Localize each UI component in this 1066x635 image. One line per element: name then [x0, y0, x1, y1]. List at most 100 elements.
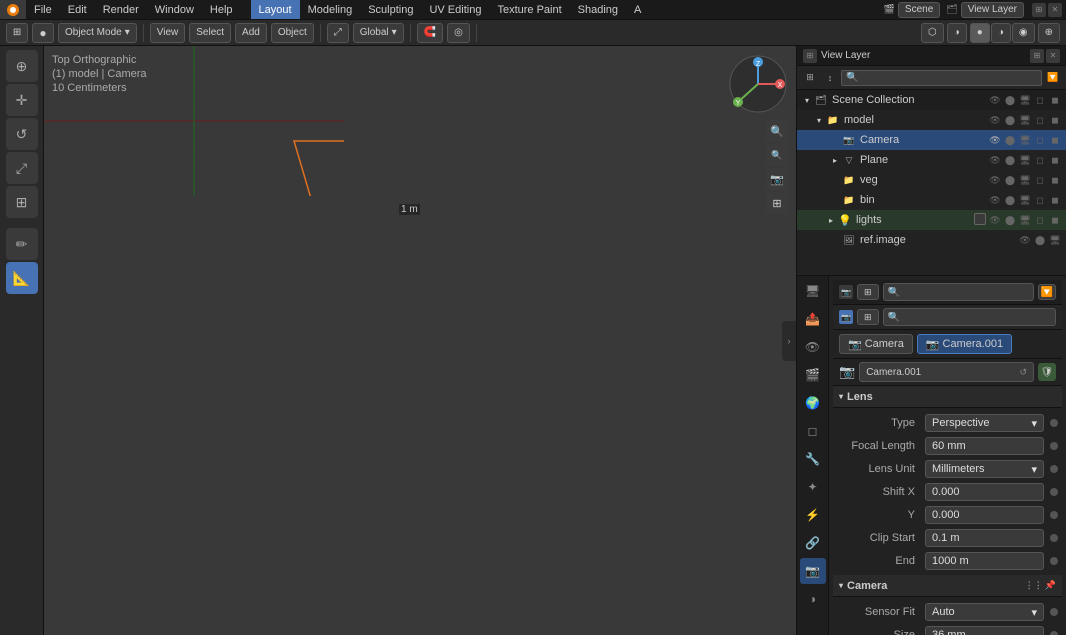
viewport[interactable]: Top Orthographic (1) model | Camera 10 C…: [44, 46, 796, 635]
prop-header-btn[interactable]: 📷: [839, 285, 853, 299]
material-shading[interactable]: ◑: [991, 23, 1011, 43]
outliner-camera-item[interactable]: ▸ 📷 Camera 👁 ⬤ 🖥 ◻ ◼: [797, 130, 1066, 150]
overlays-btn[interactable]: ⬡: [921, 23, 944, 43]
plane-indirect-icon[interactable]: ◼: [1048, 153, 1062, 167]
measure-tool[interactable]: 📐: [6, 262, 38, 294]
bin-vis-icon[interactable]: 👁: [988, 193, 1002, 207]
lights-render-icon[interactable]: ⬤: [1003, 213, 1017, 227]
rotate-tool[interactable]: ↺: [6, 118, 38, 150]
clip-end-dot[interactable]: [1050, 557, 1058, 565]
camera-section-header[interactable]: ▾ Camera ⋮⋮ 📌: [833, 575, 1062, 597]
cursor-tool[interactable]: ⊕: [6, 50, 38, 82]
workspace-sculpting[interactable]: Sculpting: [360, 0, 421, 19]
focal-length-value[interactable]: 60 mm: [925, 437, 1044, 455]
prop-tab-view[interactable]: 👁: [800, 334, 826, 360]
add-menu[interactable]: Add: [235, 23, 267, 43]
veg-vis-icon[interactable]: 👁: [988, 173, 1002, 187]
prop-tab-output[interactable]: 📤: [800, 306, 826, 332]
holdout-icon[interactable]: ◻: [1033, 93, 1047, 107]
model-viewport-icon[interactable]: 🖥: [1018, 113, 1032, 127]
outliner-bin-item[interactable]: ▸ 📁 bin 👁 ⬤ 🖥 ◻ ◼: [797, 190, 1066, 210]
annotate-tool[interactable]: ✏: [6, 228, 38, 260]
workspace-shading[interactable]: Shading: [570, 0, 626, 19]
shift-x-value[interactable]: 0.000: [925, 483, 1044, 501]
lens-unit-dropdown[interactable]: Millimeters ▾: [925, 460, 1044, 478]
lens-section-header[interactable]: ▾ Lens: [833, 386, 1062, 408]
veg-render-icon[interactable]: ⬤: [1003, 173, 1017, 187]
lights-viewport-icon[interactable]: 🖥: [1018, 213, 1032, 227]
outliner-sort-btn[interactable]: ↕: [821, 69, 839, 87]
camera-viewport-icon[interactable]: 🖥: [1018, 133, 1032, 147]
camera-name-dropdown[interactable]: Camera.001 ↺: [859, 362, 1034, 382]
sensor-size-dot[interactable]: [1050, 631, 1058, 635]
visibility-icon[interactable]: 👁: [988, 93, 1002, 107]
window-control-1[interactable]: ⊞: [1032, 3, 1046, 17]
move-tool[interactable]: ✛: [6, 84, 38, 116]
bin-render-icon[interactable]: ⬤: [1003, 193, 1017, 207]
view-menu[interactable]: View: [150, 23, 186, 43]
bin-viewport-icon[interactable]: 🖥: [1018, 193, 1032, 207]
prop-cam-icon[interactable]: 📷: [839, 310, 853, 324]
outliner-lights-item[interactable]: ▸ 💡 lights 👁 ⬤ 🖥 ◻ ◼: [797, 210, 1066, 230]
camera-render-icon[interactable]: ⬤: [1003, 133, 1017, 147]
camera-section-pin[interactable]: 📌: [1045, 580, 1056, 591]
ref-viewport-icon[interactable]: 🖥: [1048, 233, 1062, 247]
prop-tab-scene[interactable]: 🎬: [800, 362, 826, 388]
window-control-2[interactable]: ✕: [1048, 3, 1062, 17]
prop-tab-modifiers[interactable]: 🔧: [800, 446, 826, 472]
veg-holdout-icon[interactable]: ◻: [1033, 173, 1047, 187]
mode-selector[interactable]: Object Mode ▾: [58, 23, 137, 43]
menu-window[interactable]: Window: [147, 0, 202, 19]
plane-holdout-icon[interactable]: ◻: [1033, 153, 1047, 167]
lens-type-dot[interactable]: [1050, 419, 1058, 427]
prop-tab-particles[interactable]: ✦: [800, 474, 826, 500]
prop-tab-material[interactable]: ◑: [800, 586, 826, 612]
lights-vis-icon[interactable]: 👁: [988, 213, 1002, 227]
model-render-icon[interactable]: ⬤: [1003, 113, 1017, 127]
camera-vis-icon[interactable]: 👁: [988, 133, 1002, 147]
select-menu[interactable]: Select: [189, 23, 231, 43]
render-shading[interactable]: ◉: [1012, 23, 1035, 43]
viewport-right-collapse[interactable]: ›: [782, 321, 796, 361]
camera-holdout-icon[interactable]: ◻: [1033, 133, 1047, 147]
fake-user-btn[interactable]: 🛡: [1038, 363, 1056, 381]
veg-viewport-icon[interactable]: 🖥: [1018, 173, 1032, 187]
workspace-modeling[interactable]: Modeling: [300, 0, 361, 19]
plane-render-icon[interactable]: ⬤: [1003, 153, 1017, 167]
workspace-uv-editing[interactable]: UV Editing: [421, 0, 489, 19]
camera-view-btn[interactable]: 📷: [766, 168, 788, 190]
transform-tool[interactable]: ⊞: [6, 186, 38, 218]
viewport-icon[interactable]: 🖥: [1018, 93, 1032, 107]
workspace-extra[interactable]: A: [626, 0, 649, 19]
ref-render-icon[interactable]: ⬤: [1033, 233, 1047, 247]
bin-holdout-icon[interactable]: ◻: [1033, 193, 1047, 207]
sensor-size-value[interactable]: 36 mm: [925, 626, 1044, 635]
ref-vis-icon[interactable]: 👁: [1018, 233, 1032, 247]
panel-type-btn[interactable]: ⊞: [803, 49, 817, 63]
sensor-fit-dropdown[interactable]: Auto ▾: [925, 603, 1044, 621]
menu-file[interactable]: File: [26, 0, 60, 19]
prop-filter-btn[interactable]: 🔽: [1038, 284, 1056, 300]
grid-view-btn[interactable]: ⊞: [766, 192, 788, 214]
transform-space[interactable]: Global ▾: [353, 23, 404, 43]
shift-y-value[interactable]: 0.000: [925, 506, 1044, 524]
prop-tab-constraints[interactable]: 🔗: [800, 530, 826, 556]
prop-view-btn2[interactable]: ⊞: [857, 309, 879, 325]
panel-close-btn[interactable]: ✕: [1046, 49, 1060, 63]
proportional-edit[interactable]: ◎: [447, 23, 470, 43]
xray-btn[interactable]: ◑: [947, 23, 967, 43]
snap-btn[interactable]: 🧲: [417, 23, 443, 43]
workspace-texture-paint[interactable]: Texture Paint: [489, 0, 569, 19]
prop-tab-data[interactable]: 📷: [800, 558, 826, 584]
zoom-in-btn[interactable]: 🔍: [766, 120, 788, 142]
clip-start-dot[interactable]: [1050, 534, 1058, 542]
prop-tab-world[interactable]: 🌍: [800, 390, 826, 416]
model-indirect-icon[interactable]: ◼: [1048, 113, 1062, 127]
prop-tab-physics[interactable]: ⚡: [800, 502, 826, 528]
solid-shading[interactable]: ●: [970, 23, 990, 43]
transform-gizmo[interactable]: ⤢: [327, 23, 349, 43]
plane-viewport-icon[interactable]: 🖥: [1018, 153, 1032, 167]
workspace-layout[interactable]: Layout: [251, 0, 300, 19]
prop-tab-object[interactable]: ◻: [800, 418, 826, 444]
outliner-scene-collection[interactable]: ▾ 🗂 Scene Collection 👁 ⬤ 🖥 ◻ ◼: [797, 90, 1066, 110]
